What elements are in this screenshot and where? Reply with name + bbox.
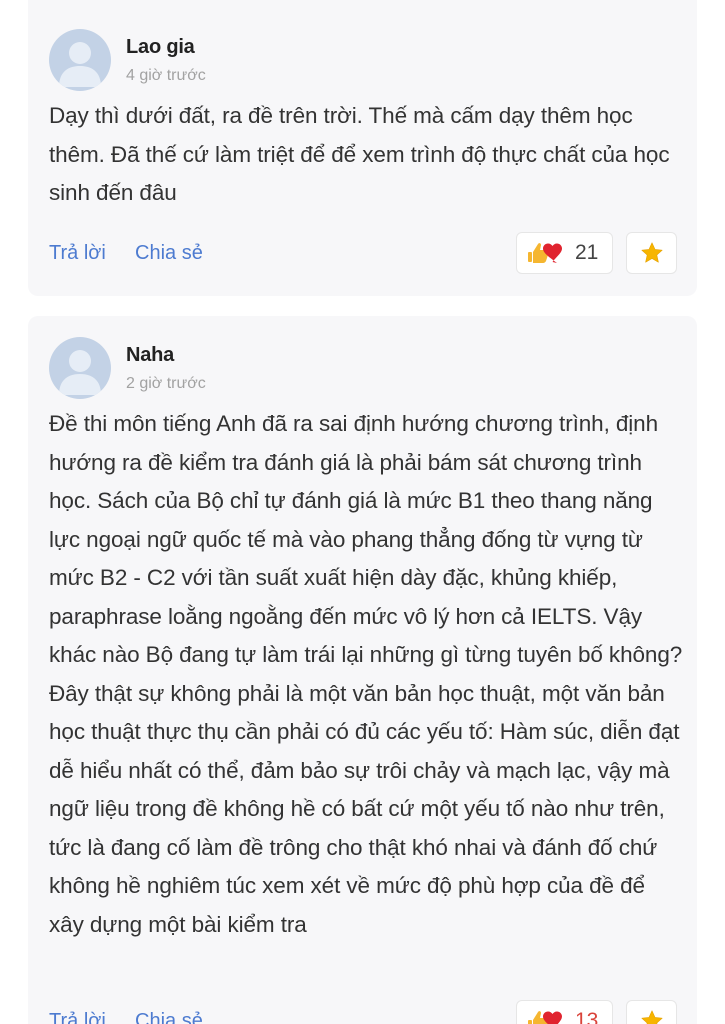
- comment-body: Dạy thì dưới đất, ra đề trên trời. Thế m…: [49, 103, 670, 205]
- comment-time: 4 giờ trước: [126, 67, 206, 84]
- star-icon: [641, 1010, 662, 1024]
- user-silhouette-icon: [59, 350, 101, 395]
- reaction-button[interactable]: 21: [516, 232, 613, 274]
- bookmark-button[interactable]: [626, 1000, 677, 1024]
- reaction-count: 21: [575, 241, 599, 264]
- share-link[interactable]: Chia sẻ: [135, 242, 203, 265]
- reaction-count: 13: [575, 1009, 599, 1024]
- comment-author[interactable]: Naha: [126, 344, 174, 367]
- comment-author[interactable]: Lao gia: [126, 36, 195, 59]
- comment-card: Naha 2 giờ trước Đề thi môn tiếng Anh đã…: [28, 316, 697, 1024]
- avatar[interactable]: [49, 29, 111, 91]
- avatar[interactable]: [49, 337, 111, 399]
- comment-card: Lao gia 4 giờ trước Dạy thì dưới đất, ra…: [28, 0, 697, 296]
- user-silhouette-icon: [59, 42, 101, 87]
- reply-link[interactable]: Trả lời: [49, 242, 106, 265]
- comment-body: Đề thi môn tiếng Anh đã ra sai định hướn…: [49, 411, 683, 937]
- share-link[interactable]: Chia sẻ: [135, 1010, 203, 1024]
- comment-time: 2 giờ trước: [126, 375, 206, 392]
- reply-link[interactable]: Trả lời: [49, 1010, 106, 1024]
- reaction-icons: [527, 241, 569, 265]
- bookmark-button[interactable]: [626, 232, 677, 274]
- reaction-icons: [527, 1009, 569, 1024]
- star-icon: [641, 242, 662, 263]
- reaction-button[interactable]: 13: [516, 1000, 613, 1024]
